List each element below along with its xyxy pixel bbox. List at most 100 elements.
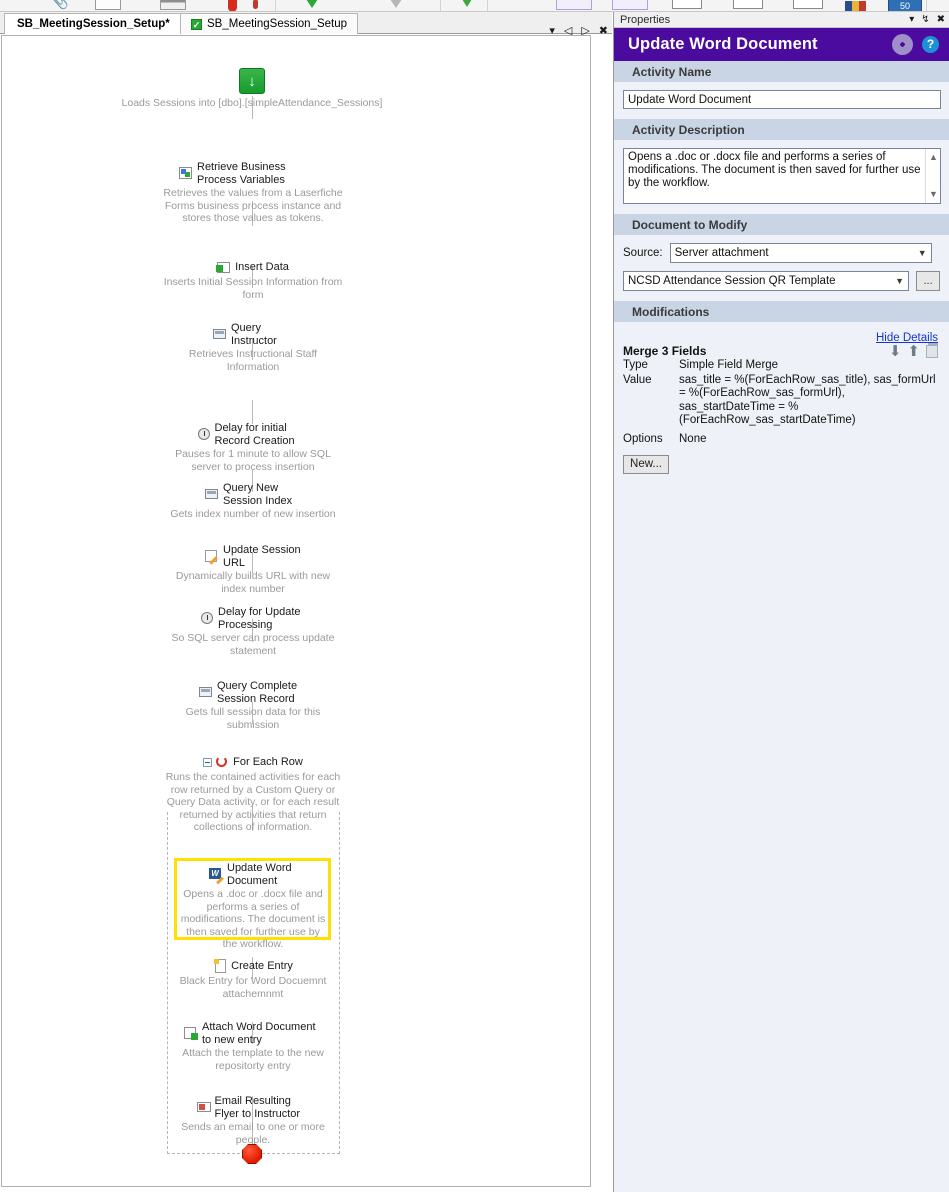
source-select[interactable]: Server attachment ▼ bbox=[669, 243, 932, 263]
node-create-entry[interactable]: Create Entry Black Entry for Word Docuem… bbox=[163, 959, 343, 1000]
insert-data-icon bbox=[216, 260, 232, 275]
section-body-modifications: Hide Details ⬇ ⬆ Merge 3 Fields Type Sim… bbox=[614, 322, 949, 484]
entry-icon bbox=[213, 959, 228, 974]
color-palette-icon[interactable] bbox=[845, 0, 866, 11]
down-arrow-green-icon[interactable] bbox=[304, 0, 320, 8]
plain-panel-button-2[interactable] bbox=[733, 0, 763, 9]
main-toolbar: 📎 50 bbox=[0, 0, 949, 12]
split-view-button[interactable] bbox=[160, 0, 186, 10]
document-button[interactable] bbox=[95, 0, 121, 10]
workflow-canvas[interactable]: ↓ Loads Sessions into [dbo].[simpleAtten… bbox=[1, 35, 591, 1187]
delete-icon[interactable] bbox=[926, 343, 938, 358]
node-query-complete-session-record[interactable]: Query Complete Session Record Gets full … bbox=[163, 680, 343, 731]
merge-value-value: sas_title = %(ForEachRow_sas_title), sas… bbox=[679, 373, 936, 427]
record-red-icon[interactable] bbox=[228, 0, 237, 11]
paperclip-icon[interactable]: 📎 bbox=[50, 0, 69, 9]
node-title: Retrieve Business Process Variables bbox=[197, 161, 286, 186]
node-for-each-row[interactable]: For Each Row Runs the contained activiti… bbox=[163, 755, 343, 834]
merge-label: Merge bbox=[623, 344, 659, 358]
tab-sb-meetingsession-setup-modified[interactable]: SB_MeetingSession_Setup* bbox=[4, 13, 181, 34]
node-title: Create Entry bbox=[231, 960, 293, 973]
node-email-resulting-flyer[interactable]: Email Resulting Flyer to Instructor Send… bbox=[163, 1095, 343, 1146]
business-process-variables-icon bbox=[179, 166, 194, 181]
attachment-select[interactable]: NCSD Attendance Session QR Template ▼ bbox=[623, 271, 910, 291]
node-query-new-session-index[interactable]: Query New Session Index Gets index numbe… bbox=[163, 482, 343, 521]
node-description: So SQL server can process update stateme… bbox=[171, 632, 335, 657]
node-title: Query Instructor bbox=[231, 322, 277, 347]
tab-close-icon[interactable]: ✖ bbox=[599, 26, 608, 37]
down-arrow-gray-icon[interactable] bbox=[388, 0, 404, 8]
node-description: Attach the template to the new repositor… bbox=[182, 1047, 324, 1072]
gear-icon[interactable] bbox=[892, 34, 913, 55]
section-body-document-to-modify: Source: Server attachment ▼ NCSD Attenda… bbox=[614, 235, 949, 301]
workflow-start-node[interactable]: ↓ bbox=[239, 68, 265, 94]
move-down-icon[interactable]: ⬇ bbox=[889, 344, 902, 359]
new-modification-button[interactable]: New... bbox=[623, 455, 669, 474]
purple-panel-button-2[interactable] bbox=[612, 0, 648, 10]
merge-type-key: Type bbox=[623, 359, 648, 371]
node-title: Insert Data bbox=[235, 261, 289, 274]
section-title: Activity Name bbox=[632, 64, 712, 79]
activity-name-input[interactable]: Update Word Document bbox=[623, 90, 941, 109]
browse-button[interactable]: ... bbox=[916, 271, 940, 291]
scroll-down-icon[interactable]: ▼ bbox=[929, 188, 938, 201]
small-green-arrow-icon[interactable] bbox=[462, 0, 472, 7]
tab-sb-meetingsession-setup[interactable]: ✓ SB_MeetingSession_Setup bbox=[178, 13, 359, 34]
loop-icon bbox=[215, 755, 230, 770]
node-description: Gets index number of new insertion bbox=[170, 508, 336, 520]
plain-panel-button-1[interactable] bbox=[672, 0, 702, 9]
section-header-modifications: Modifications bbox=[614, 301, 949, 322]
node-delay-update-processing[interactable]: Delay for Update Processing So SQL serve… bbox=[163, 606, 343, 657]
source-row: Source: Server attachment ▼ bbox=[623, 243, 940, 263]
node-update-session-url[interactable]: Update Session URL Dynamically builds UR… bbox=[163, 544, 343, 595]
properties-close-icon[interactable]: ✖ bbox=[937, 14, 945, 25]
properties-title: Properties bbox=[620, 13, 671, 26]
node-retrieve-business-process-variables[interactable]: Retrieve Business Process Variables Retr… bbox=[163, 161, 343, 225]
source-label: Source: bbox=[623, 247, 663, 259]
node-description: Sends an email to one or more people. bbox=[181, 1121, 325, 1146]
section-body-activity-description: Opens a .doc or .docx file and performs … bbox=[614, 140, 949, 214]
activity-description-textarea[interactable]: Opens a .doc or .docx file and performs … bbox=[623, 148, 941, 204]
node-description: Black Entry for Word Docuemnt attachemnm… bbox=[179, 975, 327, 1000]
merge-value-row: Value sas_title = %(ForEachRow_sas_title… bbox=[623, 374, 940, 428]
collapse-expander-icon[interactable] bbox=[203, 758, 213, 767]
query-icon bbox=[213, 327, 228, 342]
query-icon bbox=[205, 487, 220, 502]
attach-icon bbox=[184, 1026, 199, 1041]
attachment-row: NCSD Attendance Session QR Template ▼ ..… bbox=[623, 271, 940, 291]
zoom-level-badge[interactable]: 50 bbox=[888, 0, 922, 11]
zoom-level-value: 50 bbox=[888, 0, 922, 11]
node-attach-word-document[interactable]: Attach Word Document to new entry Attach… bbox=[163, 1021, 343, 1072]
plain-panel-button-3[interactable] bbox=[793, 0, 823, 9]
purple-panel-button-1[interactable] bbox=[556, 0, 592, 10]
node-title: Update Session URL bbox=[223, 544, 301, 569]
node-title: Update Word Document bbox=[227, 862, 292, 887]
node-title: Email Resulting Flyer to Instructor bbox=[214, 1095, 301, 1120]
help-icon[interactable]: ? bbox=[922, 36, 939, 53]
properties-header-title: Update Word Document bbox=[628, 35, 818, 53]
properties-titlebar: Properties ▾ ↯ ✖ bbox=[614, 12, 949, 28]
start-node-label: Loads Sessions into [dbo].[simpleAttenda… bbox=[62, 96, 442, 110]
merge-options-key: Options bbox=[623, 432, 663, 445]
node-update-word-document[interactable]: W Update Word Document Opens a .doc or .… bbox=[163, 862, 343, 951]
chevron-down-icon: ▼ bbox=[917, 248, 927, 258]
chevron-down-icon: ▼ bbox=[895, 276, 905, 286]
section-title: Document to Modify bbox=[632, 217, 748, 232]
node-title: Query Complete Session Record bbox=[217, 680, 298, 705]
properties-panel: Properties ▾ ↯ ✖ Update Word Document ? … bbox=[613, 12, 949, 1192]
description-scrollbar[interactable]: ▲ ▼ bbox=[925, 149, 940, 203]
merge-options-row: Options None bbox=[623, 433, 940, 447]
move-up-icon[interactable]: ⬆ bbox=[907, 344, 920, 359]
node-description: Retrieves Instructional Staff Informatio… bbox=[188, 348, 318, 373]
properties-pin-icon[interactable]: ↯ bbox=[921, 14, 929, 25]
node-delay-initial-record-creation[interactable]: Delay for initial Record Creation Pauses… bbox=[163, 422, 343, 473]
properties-dropdown-icon[interactable]: ▾ bbox=[909, 14, 914, 25]
record-small-icon[interactable] bbox=[253, 0, 258, 9]
section-header-document-to-modify: Document to Modify bbox=[614, 214, 949, 235]
workflow-stop-node[interactable] bbox=[242, 1144, 262, 1164]
node-query-instructor[interactable]: Query Instructor Retrieves Instructional… bbox=[163, 322, 343, 373]
merge-value-key: Value bbox=[623, 373, 652, 386]
activity-description-value: Opens a .doc or .docx file and performs … bbox=[628, 151, 921, 189]
node-insert-data[interactable]: Insert Data Inserts Initial Session Info… bbox=[163, 260, 343, 301]
scroll-up-icon[interactable]: ▲ bbox=[929, 151, 938, 164]
